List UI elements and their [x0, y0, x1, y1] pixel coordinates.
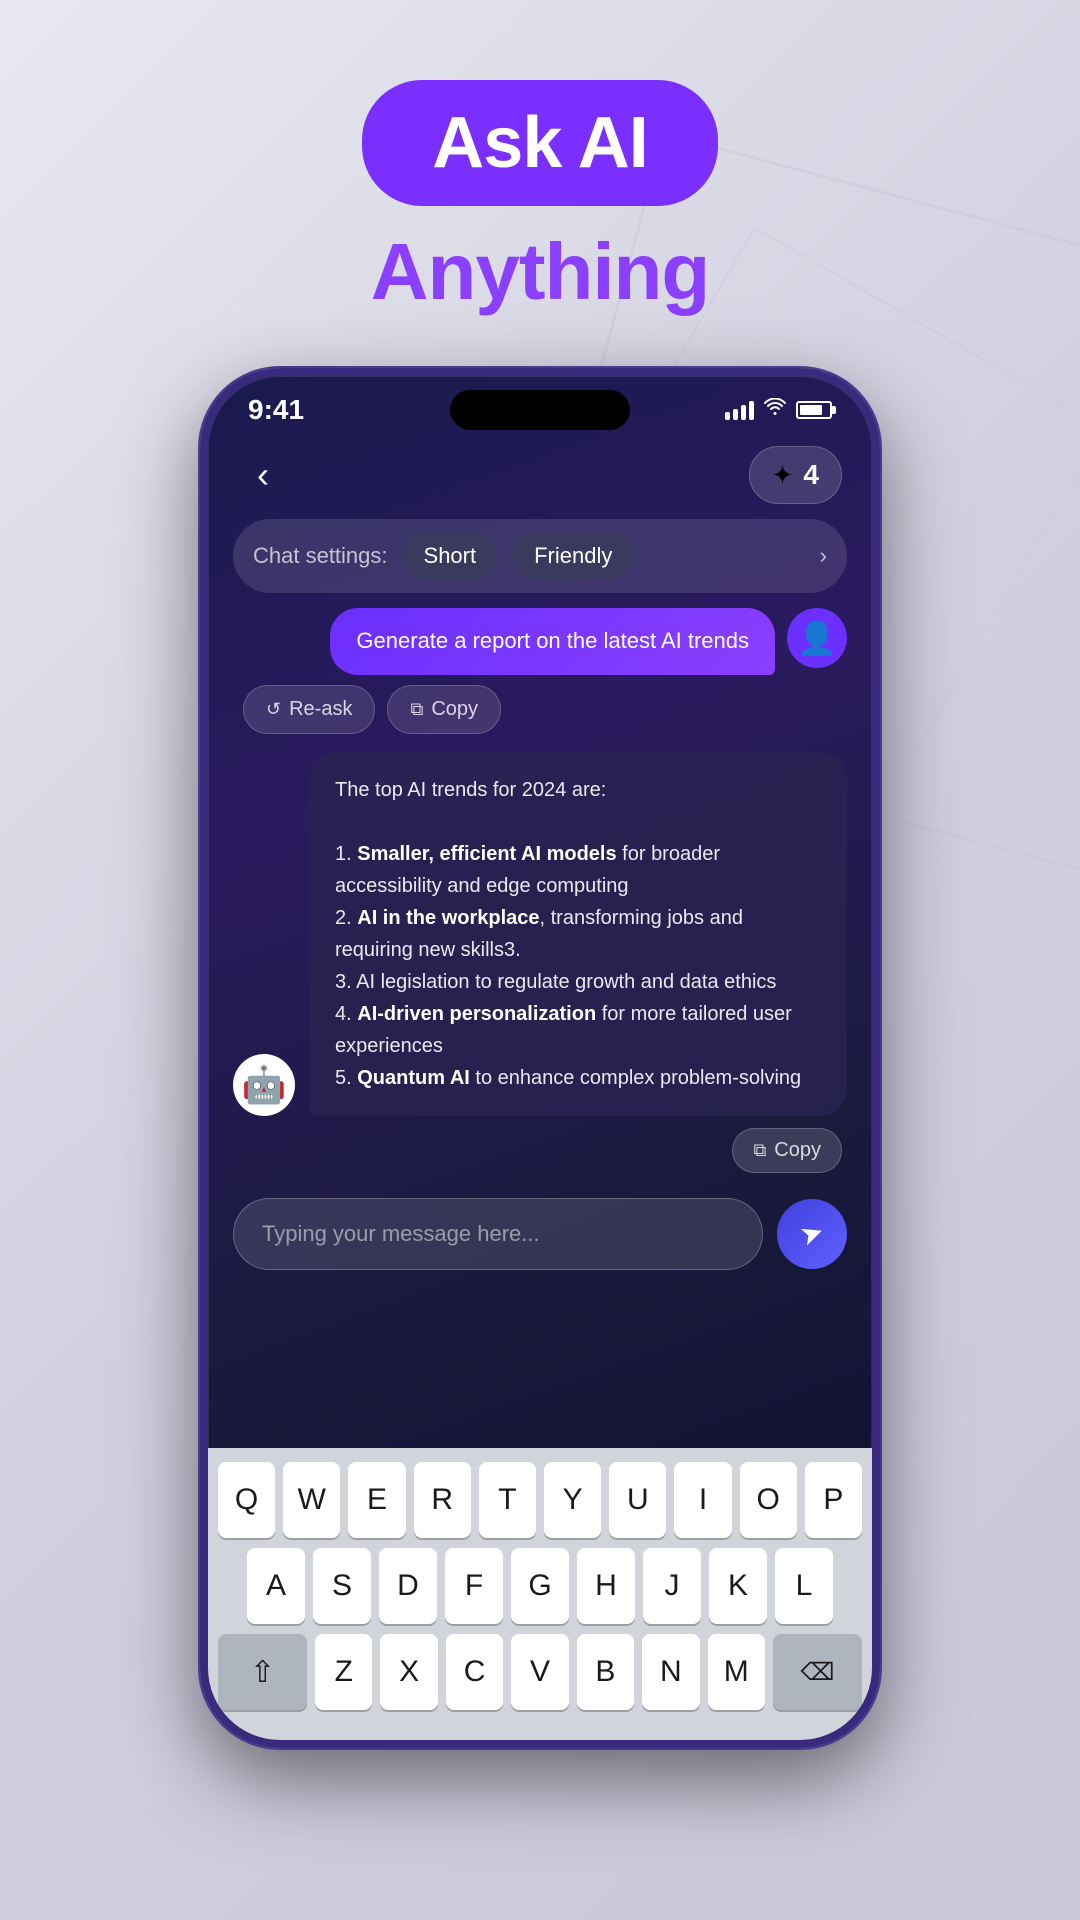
messages-area: Generate a report on the latest AI trend… — [208, 608, 872, 1188]
user-message-text: Generate a report on the latest AI trend… — [356, 628, 749, 653]
ai-copy-button[interactable]: ⧉ Copy — [732, 1128, 842, 1173]
mode-friendly-pill[interactable]: Friendly — [512, 533, 634, 579]
credits-count: 4 — [803, 459, 819, 491]
key-x[interactable]: X — [380, 1634, 437, 1710]
key-f[interactable]: F — [445, 1548, 503, 1624]
sparkle-icon: ✦ — [772, 460, 794, 491]
keyboard-row-3: ⇧ Z X C V B N M ⌫ — [218, 1634, 862, 1710]
credits-badge[interactable]: ✦ 4 — [749, 446, 842, 504]
user-bubble: Generate a report on the latest AI trend… — [330, 608, 775, 675]
copy-sm-label: Copy — [774, 1139, 821, 1162]
keyboard-row-2: A S D F G H J K L — [218, 1548, 862, 1624]
send-button[interactable]: ➤ — [777, 1199, 847, 1269]
key-r[interactable]: R — [414, 1462, 471, 1538]
user-message-row: Generate a report on the latest AI trend… — [233, 608, 847, 675]
key-k[interactable]: K — [709, 1548, 767, 1624]
key-j[interactable]: J — [643, 1548, 701, 1624]
key-i[interactable]: I — [674, 1462, 731, 1538]
chat-settings-bar[interactable]: Chat settings: Short Friendly › — [233, 519, 847, 593]
battery-icon — [796, 401, 832, 419]
status-time: 9:41 — [248, 394, 304, 426]
dynamic-island — [450, 390, 630, 430]
ai-message-text: The top AI trends for 2024 are: 1. Small… — [335, 774, 821, 1094]
key-s[interactable]: S — [313, 1548, 371, 1624]
reask-label: Re-ask — [289, 698, 352, 721]
copy-sm-icon: ⧉ — [753, 1140, 766, 1161]
key-h[interactable]: H — [577, 1548, 635, 1624]
key-l[interactable]: L — [775, 1548, 833, 1624]
key-e[interactable]: E — [348, 1462, 405, 1538]
ask-ai-badge: Ask AI — [362, 80, 717, 206]
user-avatar: 👤 — [787, 608, 847, 668]
key-g[interactable]: G — [511, 1548, 569, 1624]
input-placeholder: Typing your message here... — [262, 1221, 540, 1246]
input-area: Typing your message here... ➤ — [208, 1188, 872, 1288]
reask-icon: ↺ — [266, 699, 281, 720]
ask-ai-title: Ask AI — [432, 103, 647, 183]
ai-avatar-icon: 🤖 — [242, 1064, 287, 1106]
ai-message-row: 🤖 The top AI trends for 2024 are: 1. Sma… — [233, 752, 847, 1116]
chat-header: ‹ ✦ 4 — [208, 436, 872, 519]
message-actions: ↺ Re-ask ⧉ Copy — [233, 685, 847, 734]
copy-icon: ⧉ — [410, 699, 423, 720]
key-b[interactable]: B — [577, 1634, 634, 1710]
keyboard-row-1: Q W E R T Y U I O P — [218, 1462, 862, 1538]
status-icons — [725, 398, 832, 422]
settings-chevron-icon[interactable]: › — [820, 543, 827, 569]
shift-key[interactable]: ⇧ — [218, 1634, 307, 1710]
key-t[interactable]: T — [479, 1462, 536, 1538]
key-u[interactable]: U — [609, 1462, 666, 1538]
key-q[interactable]: Q — [218, 1462, 275, 1538]
key-w[interactable]: W — [283, 1462, 340, 1538]
status-bar: 9:41 — [208, 376, 872, 436]
back-arrow-icon: ‹ — [257, 454, 269, 496]
ai-bubble: The top AI trends for 2024 are: 1. Small… — [309, 752, 847, 1116]
key-v[interactable]: V — [511, 1634, 568, 1710]
key-p[interactable]: P — [805, 1462, 862, 1538]
key-m[interactable]: M — [708, 1634, 765, 1710]
key-z[interactable]: Z — [315, 1634, 372, 1710]
key-a[interactable]: A — [247, 1548, 305, 1624]
reask-button[interactable]: ↺ Re-ask — [243, 685, 375, 734]
chat-settings-label: Chat settings: — [253, 543, 388, 569]
phone-screen: 9:41 — [200, 368, 880, 1748]
signal-icon — [725, 400, 754, 420]
message-input[interactable]: Typing your message here... — [233, 1198, 763, 1270]
ai-copy-row: ⧉ Copy — [233, 1128, 847, 1173]
wifi-icon — [764, 398, 786, 422]
mode-short-pill[interactable]: Short — [402, 533, 499, 579]
phone-mockup: 9:41 — [0, 368, 1080, 1748]
keyboard: Q W E R T Y U I O P A S D F G H J K — [208, 1448, 872, 1740]
ai-avatar: 🤖 — [233, 1054, 295, 1116]
anything-subtitle: Anything — [371, 226, 710, 318]
key-o[interactable]: O — [740, 1462, 797, 1538]
copy-button[interactable]: ⧉ Copy — [387, 685, 501, 734]
copy-label: Copy — [431, 698, 478, 721]
key-c[interactable]: C — [446, 1634, 503, 1710]
key-n[interactable]: N — [642, 1634, 699, 1710]
key-y[interactable]: Y — [544, 1462, 601, 1538]
send-icon: ➤ — [795, 1214, 828, 1253]
user-avatar-icon: 👤 — [797, 619, 837, 657]
key-d[interactable]: D — [379, 1548, 437, 1624]
backspace-key[interactable]: ⌫ — [773, 1634, 862, 1710]
back-button[interactable]: ‹ — [238, 450, 288, 500]
